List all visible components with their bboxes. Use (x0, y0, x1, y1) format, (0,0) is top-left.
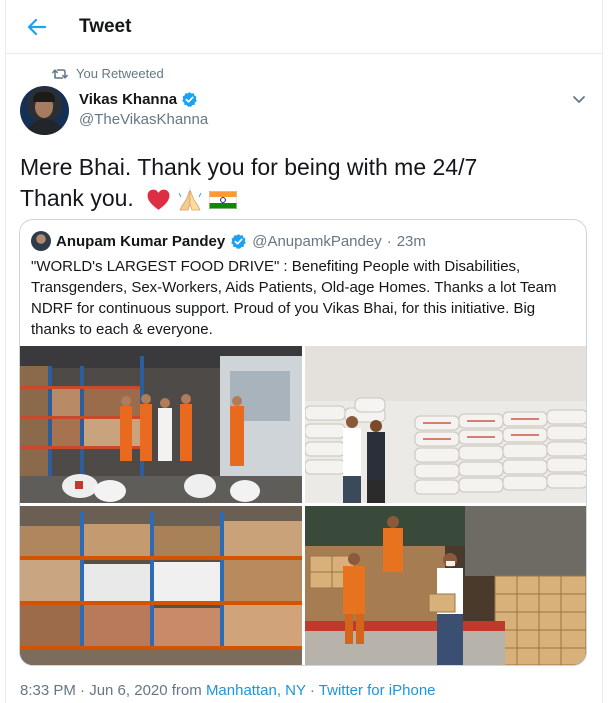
left-divider (5, 0, 6, 703)
chevron-down-icon (573, 96, 585, 103)
tweet-line-2-row: Thank you. (20, 183, 590, 214)
photo-grid (20, 346, 586, 665)
author-name-text: Vikas Khanna (79, 91, 178, 108)
tweet-page: Tweet You Retweeted Vikas Khanna @TheVik… (0, 0, 616, 703)
quoted-tweet-header: Anupam Kumar Pandey @AnupamkPandey · 23m (31, 231, 426, 251)
more-options-button[interactable] (569, 91, 589, 107)
quoted-separator: · (386, 232, 392, 250)
source-link[interactable]: Twitter for iPhone (319, 682, 436, 699)
location-link[interactable]: Manhattan, NY (206, 682, 306, 699)
retweet-label: You Retweeted (76, 66, 164, 81)
quoted-avatar (31, 231, 51, 251)
meta-separator: · (305, 682, 319, 699)
quoted-timestamp: 23m (396, 232, 426, 250)
verified-badge-icon (231, 233, 247, 249)
retweet-icon (52, 68, 68, 79)
right-divider (602, 0, 603, 703)
page-title: Tweet (79, 16, 132, 37)
india-flag-emoji-icon (209, 190, 238, 209)
heart-emoji-icon (147, 190, 170, 211)
quoted-tweet-text: "WORLD's LARGEST FOOD DRIVE" : Benefitin… (31, 258, 557, 338)
quoted-author-handle: @AnupamkPandey (252, 232, 382, 250)
tweet-meta: 8:33 PM · Jun 6, 2020 from Manhattan, NY… (20, 682, 436, 699)
back-button[interactable] (24, 14, 50, 40)
tweet-line-2: Thank you. (20, 185, 134, 211)
page-header: Tweet (6, 0, 602, 54)
folded-hands-emoji-icon (178, 187, 202, 211)
verified-badge-icon (182, 92, 197, 108)
photo-warehouse-racks[interactable] (20, 506, 302, 665)
tweet-text: Mere Bhai. Thank you for being with me 2… (20, 152, 590, 214)
author-name[interactable]: Vikas Khanna (79, 91, 198, 108)
back-arrow-icon (27, 18, 47, 36)
quoted-author-name: Anupam Kumar Pandey (56, 232, 226, 250)
photo-warehouse-team[interactable] (20, 346, 302, 503)
quoted-tweet[interactable]: Anupam Kumar Pandey @AnupamkPandey · 23m… (19, 219, 587, 666)
emoji-group (146, 187, 238, 212)
author-handle[interactable]: @TheVikasKhanna (79, 111, 208, 128)
avatar[interactable] (20, 86, 69, 135)
photo-truck-loading[interactable] (305, 506, 586, 665)
tweet-timestamp[interactable]: 8:33 PM · Jun 6, 2020 from (20, 682, 206, 699)
tweet-line-1: Mere Bhai. Thank you for being with me 2… (20, 154, 478, 180)
retweet-indicator: You Retweeted (52, 66, 164, 81)
photo-sacks-loading[interactable] (305, 346, 586, 503)
